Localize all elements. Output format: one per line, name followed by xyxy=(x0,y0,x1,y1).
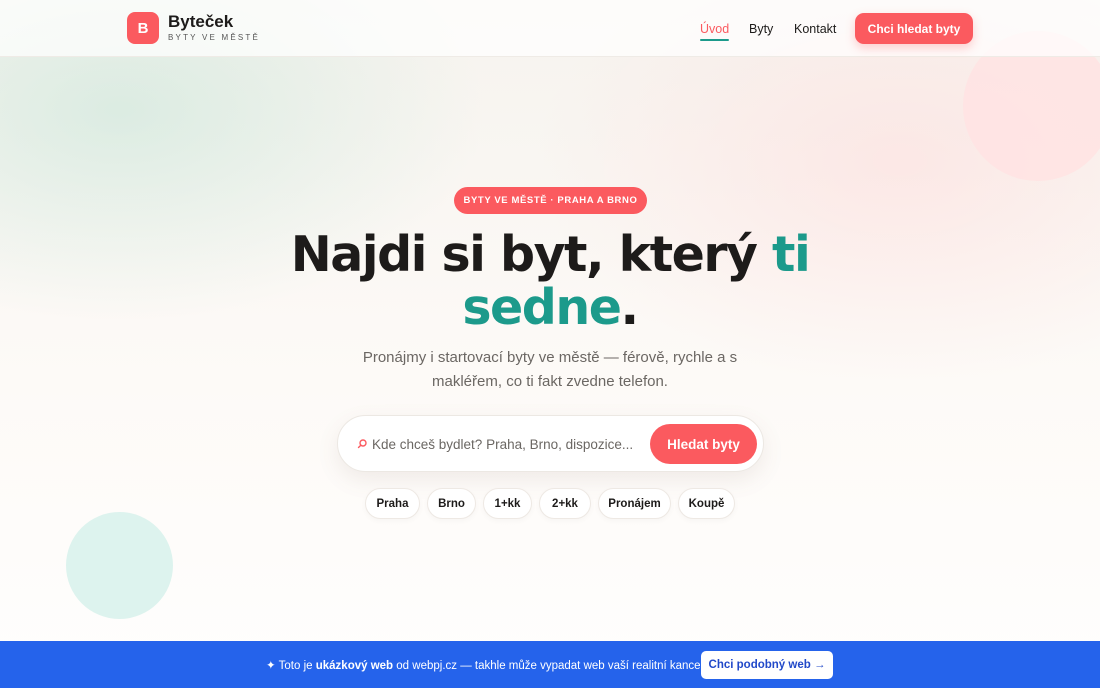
nav-item-uvod[interactable]: Úvod xyxy=(700,22,730,41)
headline-period: . xyxy=(620,279,639,336)
chip-koupe[interactable]: Koupě xyxy=(678,488,735,519)
chip-praha[interactable]: Praha xyxy=(365,488,420,519)
brand-tagline: BYTY VE MĚSTĚ xyxy=(168,33,261,42)
nav-item-kontakt[interactable]: Kontakt xyxy=(794,22,836,36)
chip-pronajem[interactable]: Pronájem xyxy=(598,488,671,519)
chip-2kk[interactable]: 2+kk xyxy=(539,488,591,519)
hero-badge: BYTY VE MĚSTĚ · PRAHA A BRNO xyxy=(454,187,647,214)
site-header: B Byteček BYTY VE MĚSTĚ Úvod Byty Kontak… xyxy=(0,0,1100,57)
hero-headline: Najdi si byt, který ti sedne. xyxy=(250,228,850,334)
sparkle-icon: ✦ xyxy=(266,660,276,672)
brand-name[interactable]: Byteček xyxy=(168,12,233,32)
search-bar: Hledat byty xyxy=(337,415,764,472)
chip-brno[interactable]: Brno xyxy=(427,488,476,519)
promo-text-suffix: od webpj.cz — takhle může vypadat web va… xyxy=(396,660,723,672)
decorative-circle-teal xyxy=(66,512,173,619)
promo-text: ✦ Toto je ukázkový web od webpj.cz — tak… xyxy=(266,658,723,672)
promo-text-bold: ukázkový web xyxy=(315,660,394,672)
search-icon xyxy=(357,439,367,449)
chip-1kk[interactable]: 1+kk xyxy=(483,488,532,519)
search-button[interactable]: Hledat byty xyxy=(650,424,757,464)
demo-promo-bar: ✦ Toto je ukázkový web od webpj.cz — tak… xyxy=(0,641,1100,688)
search-input[interactable] xyxy=(372,430,642,458)
headline-text: Najdi si byt, který xyxy=(290,226,773,283)
header-cta-button[interactable]: Chci hledat byty xyxy=(855,13,973,44)
headline-accent-ti: ti xyxy=(772,226,811,283)
promo-cta-button[interactable]: Chci podobný web → xyxy=(701,651,833,679)
hero-subtitle: Pronájmy i startovací byty ve městě — fé… xyxy=(362,349,738,390)
nav-item-byty[interactable]: Byty xyxy=(749,22,773,36)
promo-text-prefix: Toto je xyxy=(278,660,313,672)
logo-mark[interactable]: B xyxy=(127,12,159,44)
headline-accent-sedne: sedne xyxy=(462,279,622,336)
